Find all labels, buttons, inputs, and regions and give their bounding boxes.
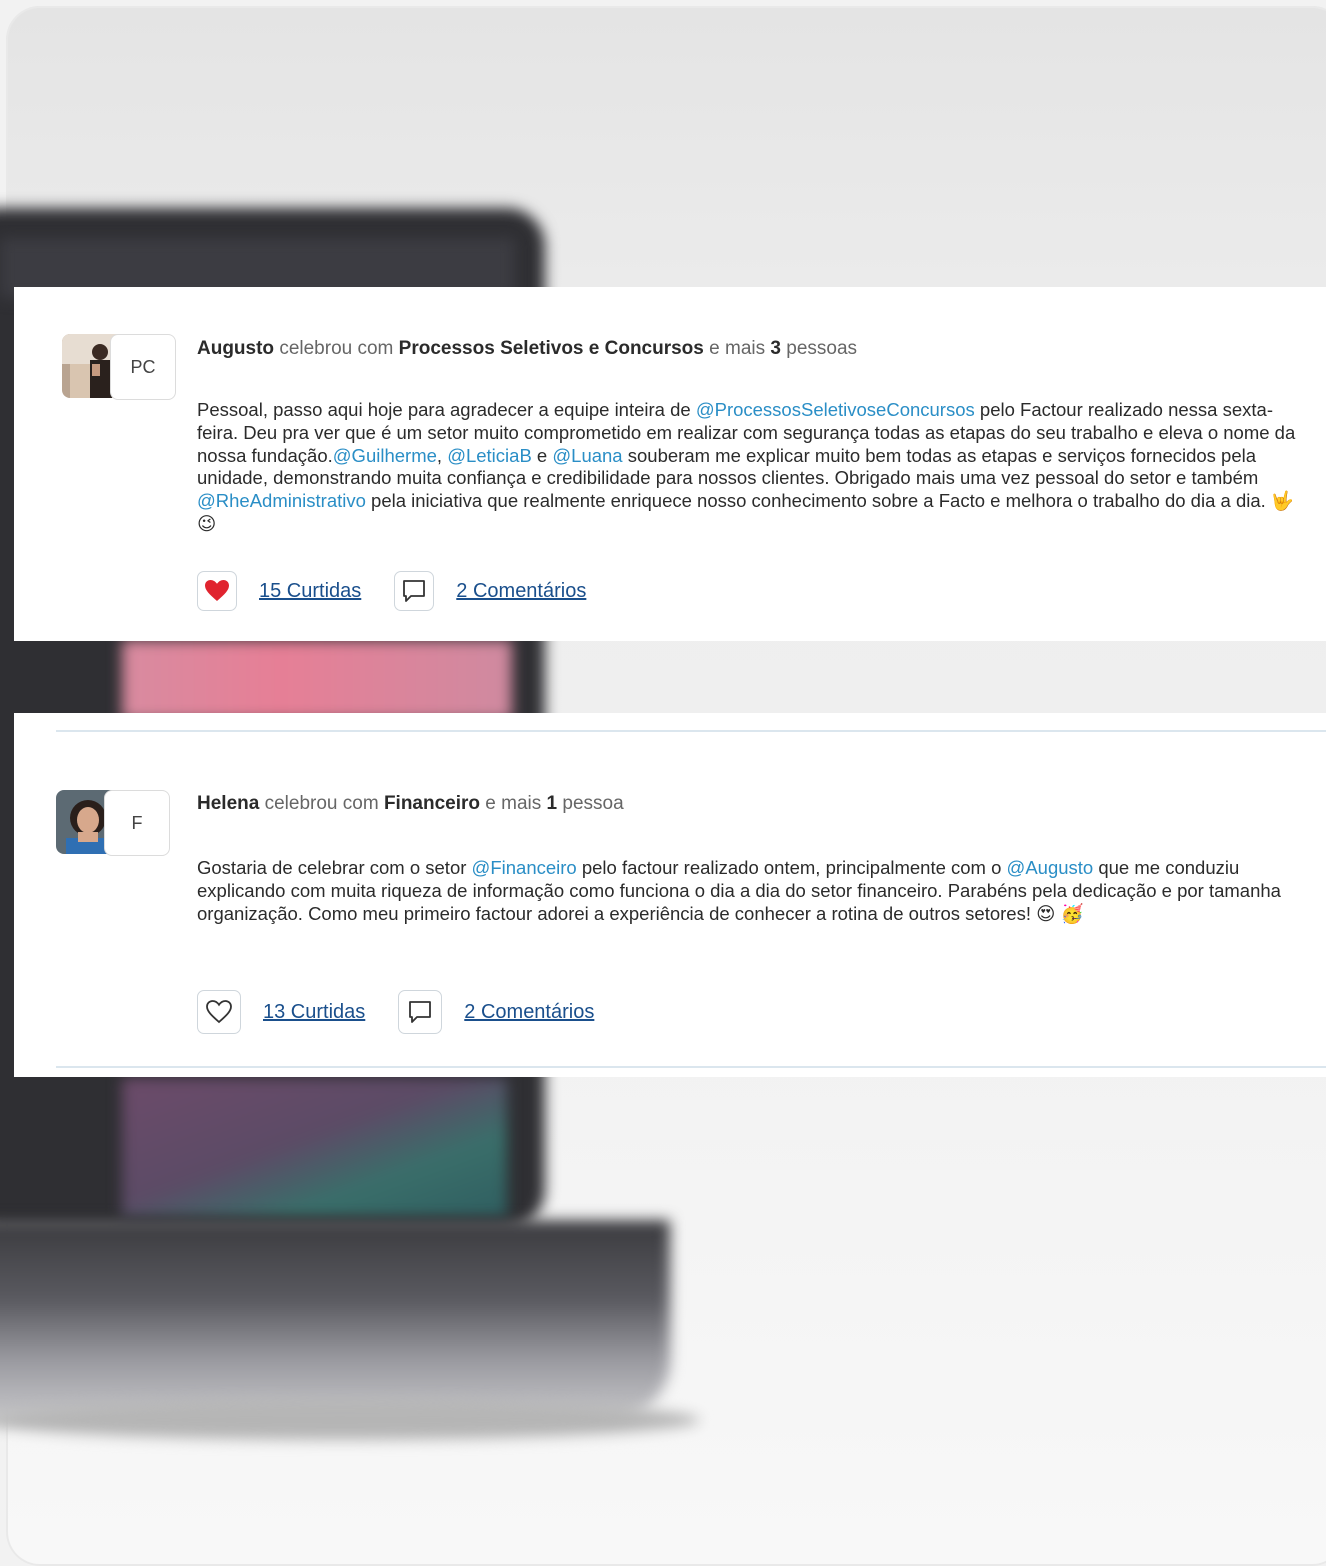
headline-verb: celebrou com [279, 338, 394, 359]
mention-link[interactable]: @Financeiro [472, 857, 577, 878]
post-headline: Augusto celebrou com Processos Seletivos… [197, 338, 857, 360]
like-button[interactable] [197, 571, 237, 611]
post-text: pelo factour realizado ontem, principalm… [576, 857, 1007, 878]
people-count: 3 [770, 338, 781, 359]
mention-link[interactable]: @ProcessosSeletivoseConcursos [696, 399, 975, 420]
post-divider [56, 730, 1326, 732]
laptop-shadow [0, 1400, 700, 1440]
mention-link[interactable]: @Guilherme [333, 445, 437, 466]
comment-button[interactable] [398, 990, 443, 1034]
comment-icon [403, 580, 426, 602]
likes-link[interactable]: 15 Curtidas [259, 580, 361, 603]
headline-people: pessoa [562, 793, 624, 814]
post-text: Pessoal, passo aqui hoje para agradecer … [197, 399, 696, 420]
avatar-tag: PC [110, 334, 176, 400]
post-text: Gostaria de celebrar com o setor [197, 857, 472, 878]
comment-button[interactable] [394, 571, 435, 611]
group-name[interactable]: Processos Seletivos e Concursos [399, 338, 704, 359]
like-button[interactable] [197, 990, 241, 1034]
post-body: Gostaria de celebrar com o setor @Financ… [197, 857, 1312, 925]
likes-link[interactable]: 13 Curtidas [263, 1001, 365, 1024]
headline-and-more: e mais [485, 793, 542, 814]
author-name[interactable]: Helena [197, 793, 259, 814]
mention-link[interactable]: @Augusto [1007, 857, 1094, 878]
post-headline: Helena celebrou com Financeiro e mais 1 … [197, 793, 624, 815]
post-text: e [531, 444, 553, 466]
headline-people: pessoas [786, 338, 858, 359]
mention-link[interactable]: @LeticiaB [447, 445, 532, 466]
people-count: 1 [546, 793, 558, 814]
post-body: Pessoal, passo aqui hoje para agradecer … [197, 399, 1307, 536]
post-actions: 15 Curtidas 2 Comentários [197, 571, 619, 611]
comments-link[interactable]: 2 Comentários [464, 1001, 594, 1024]
laptop-screen-pink-blurred [122, 640, 512, 720]
headline-verb: celebrou com [264, 793, 379, 814]
post-text: , [436, 444, 448, 466]
group-name[interactable]: Financeiro [384, 793, 480, 814]
author-name[interactable]: Augusto [197, 338, 274, 359]
heart-outline-icon [206, 1000, 232, 1024]
post-divider [56, 1066, 1326, 1068]
headline-and-more: e mais [709, 338, 766, 359]
comment-icon [409, 1001, 432, 1023]
post-actions: 13 Curtidas 2 Comentários [197, 990, 627, 1034]
laptop-base-blurred [0, 1220, 670, 1420]
mention-link[interactable]: @RheAdministrativo [197, 490, 366, 511]
comments-link[interactable]: 2 Comentários [456, 580, 586, 603]
heart-filled-icon [205, 580, 229, 601]
mention-link[interactable]: @Luana [552, 445, 622, 466]
avatar-tag: F [104, 790, 170, 856]
laptop-screen-bottom-blurred [122, 1078, 507, 1218]
